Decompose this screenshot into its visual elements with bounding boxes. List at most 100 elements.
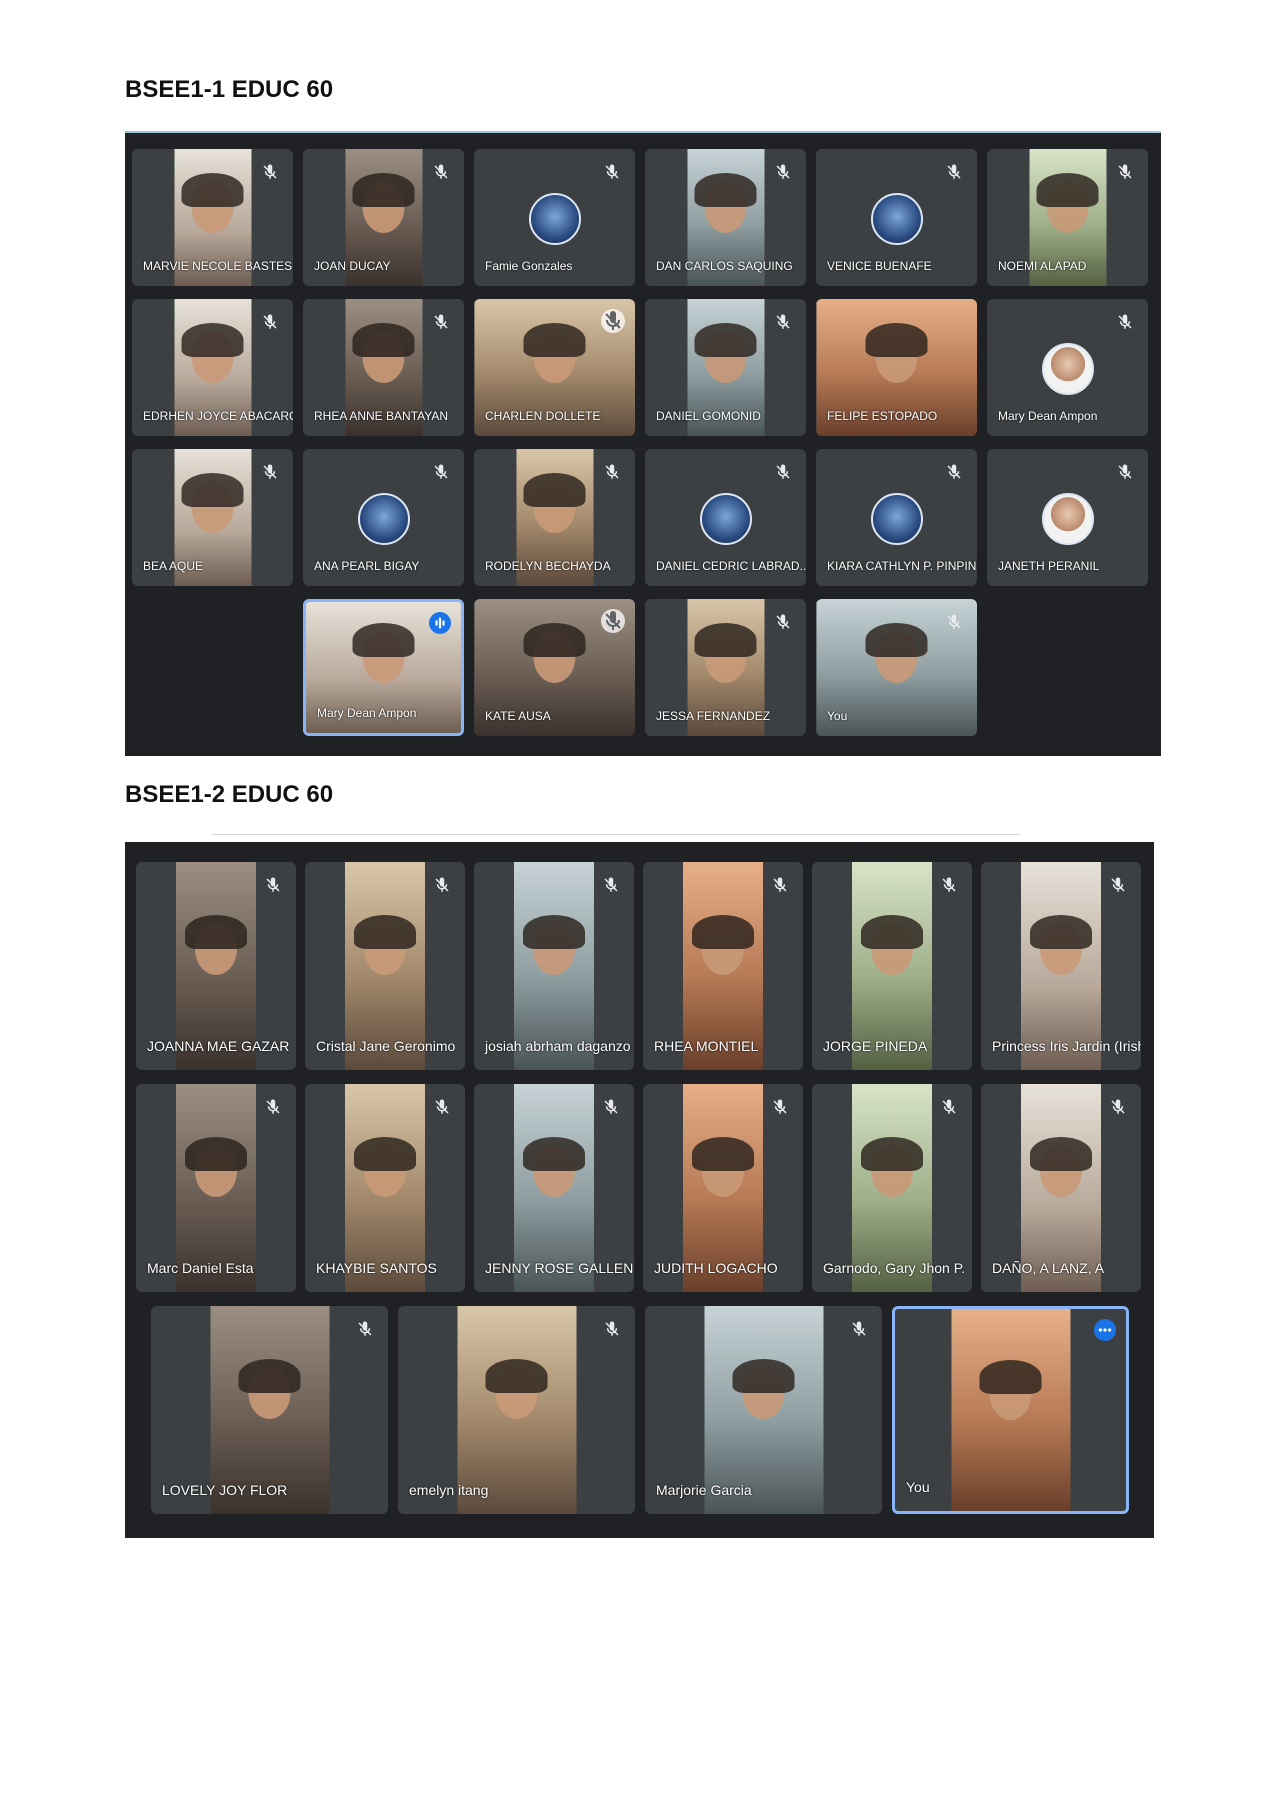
participant-tile[interactable]: josiah abrham daganzo — [474, 862, 634, 1070]
participant-name: emelyn itang — [409, 1482, 489, 1498]
participant-face — [694, 322, 757, 383]
participant-tile[interactable]: JOANNA MAE GAZAR — [136, 862, 296, 1070]
participant-tile[interactable]: Cristal Jane Geronimo — [305, 862, 465, 1070]
mic-off-icon — [601, 609, 625, 633]
mic-off-icon — [261, 463, 279, 481]
mic-off-icon — [356, 1320, 374, 1338]
more-options-icon[interactable] — [1094, 1319, 1116, 1341]
participant-tile[interactable]: Princess Iris Jardin (Irish) — [981, 862, 1141, 1070]
participant-tile[interactable]: JOAN DUCAY — [303, 149, 464, 286]
participant-face — [185, 915, 247, 976]
participant-tile[interactable]: Marc Daniel Esta — [136, 1084, 296, 1292]
participant-tile[interactable]: Mary Dean Ampon — [303, 599, 464, 736]
mic-off-icon — [1116, 313, 1134, 331]
participant-tile[interactable]: MARVIE NECOLE BASTES — [132, 149, 293, 286]
participant-name: DANIEL CEDRIC LABRAD... — [656, 559, 806, 573]
participant-face — [692, 915, 754, 976]
participant-tile[interactable]: LOVELY JOY FLOR — [151, 1306, 388, 1514]
mic-off-icon — [940, 1098, 958, 1116]
participant-name: RHEA ANNE BANTAYAN — [314, 409, 449, 423]
mic-off-icon — [603, 163, 621, 181]
participant-tile[interactable]: DANIEL GOMONID — [645, 299, 806, 436]
participant-name: JENNY ROSE GALLENTES — [485, 1260, 634, 1276]
participant-name: NOEMI ALAPAD — [998, 259, 1087, 273]
participant-name: Cristal Jane Geronimo — [316, 1038, 456, 1054]
participant-face — [692, 1137, 754, 1198]
participant-tile[interactable]: DAÑO, A LANZ, A — [981, 1084, 1141, 1292]
mic-off-icon — [774, 313, 792, 331]
participant-face — [352, 623, 415, 684]
participant-name: EDRHEN JOYCE ABACARO — [143, 409, 293, 423]
participant-name: JANETH PERANIL — [998, 559, 1100, 573]
participant-tile[interactable]: ANA PEARL BIGAY — [303, 449, 464, 586]
participant-name: JUDITH LOGACHO — [654, 1260, 778, 1276]
participant-face — [181, 172, 244, 233]
participant-tile[interactable]: BEA AQUE — [132, 449, 293, 586]
participant-tile[interactable]: Marjorie Garcia — [645, 1306, 882, 1514]
participant-face — [865, 322, 928, 383]
mic-off-icon — [945, 463, 963, 481]
participant-tile[interactable]: emelyn itang — [398, 1306, 635, 1514]
mic-off-icon — [602, 876, 620, 894]
participant-name: josiah abrham daganzo — [485, 1038, 631, 1054]
participant-tile[interactable]: RODELYN BECHAYDA — [474, 449, 635, 586]
mic-off-icon — [1109, 1098, 1127, 1116]
participant-tile[interactable]: KATE AUSA — [474, 599, 635, 736]
participant-tile[interactable]: Garnodo, Gary Jhon P. — [812, 1084, 972, 1292]
participant-tile[interactable]: JANETH PERANIL — [987, 449, 1148, 586]
participant-name: DANIEL GOMONID — [656, 409, 761, 423]
participant-tile[interactable]: RHEA MONTIEL — [643, 862, 803, 1070]
participant-tile[interactable]: Famie Gonzales — [474, 149, 635, 286]
participant-tile[interactable]: EDRHEN JOYCE ABACARO — [132, 299, 293, 436]
participant-name: MARVIE NECOLE BASTES — [143, 259, 293, 273]
participant-tile[interactable]: JUDITH LOGACHO — [643, 1084, 803, 1292]
participant-tile[interactable]: DANIEL CEDRIC LABRAD... — [645, 449, 806, 586]
participant-face — [181, 322, 244, 383]
participant-face — [1036, 172, 1099, 233]
mic-off-icon — [1109, 876, 1127, 894]
participant-tile[interactable]: CHARLEN DOLLETE — [474, 299, 635, 436]
participant-face — [694, 172, 757, 233]
participant-name: Marjorie Garcia — [656, 1482, 752, 1498]
participant-tile[interactable]: Mary Dean Ampon — [987, 299, 1148, 436]
mic-off-icon — [264, 876, 282, 894]
participant-name: You — [906, 1479, 930, 1495]
participant-tile[interactable]: You — [892, 1306, 1129, 1514]
mic-off-icon — [433, 876, 451, 894]
participant-tile[interactable]: FELIPE ESTOPADO — [816, 299, 977, 436]
participant-tile[interactable]: NOEMI ALAPAD — [987, 149, 1148, 286]
meet-screenshot-bsee1-2: JOANNA MAE GAZAR Cristal Jane Geronimo jos… — [125, 842, 1154, 1538]
participant-name: CHARLEN DOLLETE — [485, 409, 601, 423]
participant-tile[interactable]: DAN CARLOS SAQUING — [645, 149, 806, 286]
participant-face — [352, 172, 415, 233]
participant-tile[interactable]: KHAYBIE SANTOS — [305, 1084, 465, 1292]
mic-off-icon — [945, 613, 963, 631]
participant-name: KATE AUSA — [485, 709, 551, 723]
participant-tile[interactable]: JENNY ROSE GALLENTES — [474, 1084, 634, 1292]
mic-off-icon — [432, 313, 450, 331]
participant-face — [185, 1137, 247, 1198]
participant-face — [732, 1359, 795, 1420]
section-title: BSEE1-2 EDUC 60 — [125, 781, 334, 808]
mic-off-icon — [261, 163, 279, 181]
participant-tile[interactable]: KIARA CATHLYN P. PINPIN — [816, 449, 977, 586]
participant-face — [523, 915, 585, 976]
participant-name: DAN CARLOS SAQUING — [656, 259, 793, 273]
participant-tile[interactable]: RHEA ANNE BANTAYAN — [303, 299, 464, 436]
participant-tile[interactable]: VENICE BUENAFE — [816, 149, 977, 286]
mic-off-icon — [771, 1098, 789, 1116]
participant-face — [1030, 1137, 1092, 1198]
participant-name: KIARA CATHLYN P. PINPIN — [827, 559, 977, 573]
participant-face — [354, 1137, 416, 1198]
participant-video — [951, 1309, 1070, 1511]
section-title: BSEE1-1 EDUC 60 — [125, 76, 334, 103]
participant-name: Garnodo, Gary Jhon P. — [823, 1260, 966, 1276]
divider — [212, 834, 1020, 835]
participant-tile[interactable]: JESSA FERNANDEZ — [645, 599, 806, 736]
participant-name: FELIPE ESTOPADO — [827, 409, 938, 423]
participant-face — [352, 322, 415, 383]
participant-tile[interactable]: JORGE PINEDA — [812, 862, 972, 1070]
participant-face — [694, 622, 757, 683]
mic-off-icon — [432, 163, 450, 181]
participant-tile[interactable]: You — [816, 599, 977, 736]
